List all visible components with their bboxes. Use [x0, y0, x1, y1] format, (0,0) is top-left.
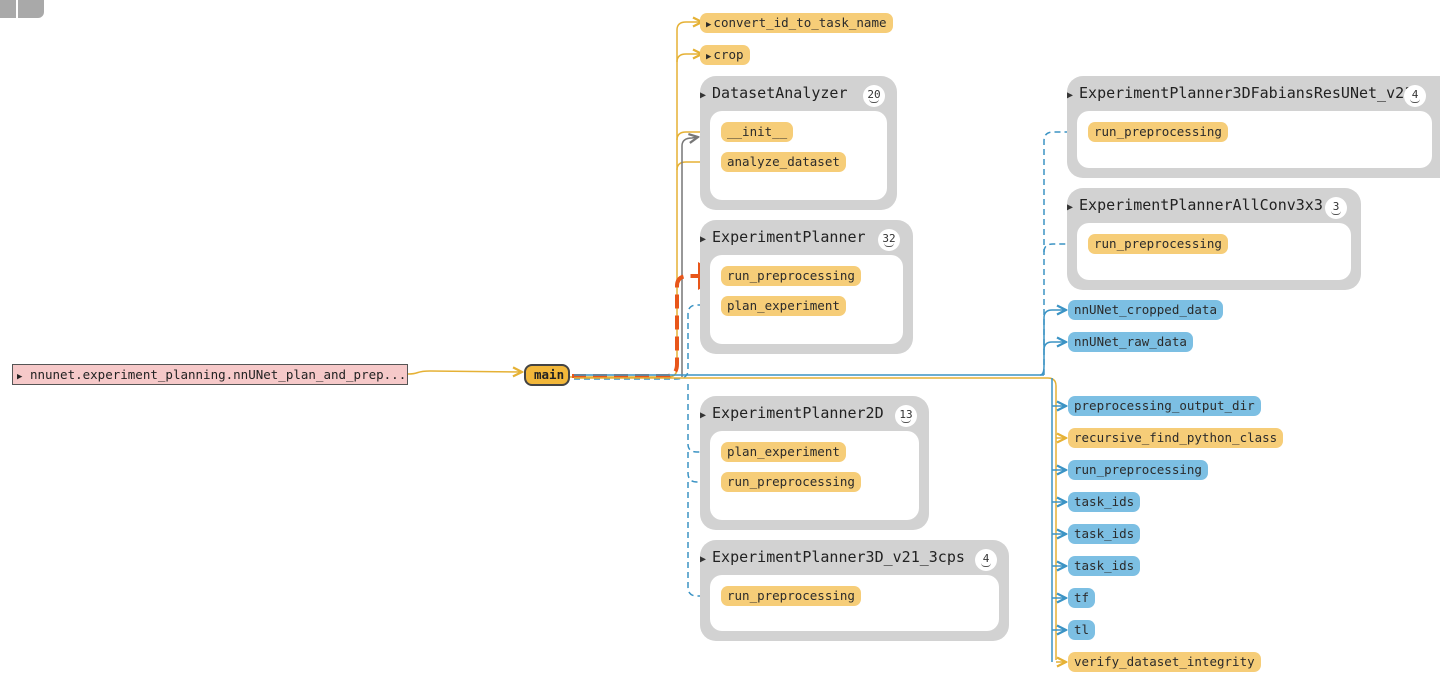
cluster-dataset-analyzer[interactable]: ▶ DatasetAnalyzer 20	[700, 76, 897, 210]
var-run-preprocessing[interactable]: run_preprocessing	[1068, 460, 1208, 480]
cluster-title-text: ExperimentPlanner	[712, 228, 866, 246]
var-task-ids[interactable]: task_ids	[1068, 524, 1141, 544]
method-plan-experiment[interactable]: plan_experiment	[721, 296, 846, 316]
expand-triangle-icon: ▶	[1067, 202, 1074, 213]
expand-triangle-icon: ▶	[700, 410, 707, 421]
cluster-title: ▶ ExperimentPlanner3DFabiansResUNet_v21	[1067, 84, 1413, 102]
node-label: verify_dataset_integrity	[1074, 654, 1255, 669]
cluster-experiment-planner-2d[interactable]: ▶ ExperimentPlanner2D 13	[700, 396, 929, 530]
var-task-ids[interactable]: task_ids	[1068, 492, 1141, 512]
cluster-title: ▶ ExperimentPlannerAllConv3x3	[1067, 196, 1323, 214]
cluster-title: ▶ DatasetAnalyzer	[700, 84, 848, 102]
func-crop[interactable]: ▶ crop	[700, 45, 750, 65]
cluster-title-text: ExperimentPlanner3DFabiansResUNet_v21	[1079, 84, 1414, 102]
method-init[interactable]: __init__	[721, 122, 794, 142]
var-preprocessing-output-dir[interactable]: preprocessing_output_dir	[1068, 396, 1261, 416]
method-label: plan_experiment	[727, 444, 840, 459]
method-label: analyze_dataset	[727, 154, 840, 169]
node-label: run_preprocessing	[1074, 462, 1202, 477]
var-task-ids[interactable]: task_ids	[1068, 556, 1141, 576]
cluster-title-text: DatasetAnalyzer	[712, 84, 848, 102]
func-verify-dataset-integrity[interactable]: verify_dataset_integrity	[1068, 652, 1261, 672]
method-label: run_preprocessing	[1094, 236, 1222, 251]
method-label: run_preprocessing	[727, 588, 855, 603]
var-tl[interactable]: tl	[1068, 620, 1096, 640]
cluster-title-text: ExperimentPlanner3D_v21_3cps	[712, 548, 965, 566]
expand-triangle-icon: ▶	[700, 554, 707, 565]
main-label: main	[534, 367, 565, 382]
node-label: task_ids	[1074, 526, 1135, 541]
method-label: run_preprocessing	[1094, 124, 1222, 139]
count-badge: 32	[878, 229, 900, 251]
expand-triangle-icon: ▶	[1067, 90, 1074, 101]
cluster-title: ▶ ExperimentPlanner3D_v21_3cps	[700, 548, 965, 566]
method-label: run_preprocessing	[727, 474, 855, 489]
method-run-preprocessing[interactable]: run_preprocessing	[721, 586, 861, 606]
method-run-preprocessing[interactable]: run_preprocessing	[721, 472, 861, 492]
method-run-preprocessing[interactable]: run_preprocessing	[1088, 234, 1228, 254]
method-label: run_preprocessing	[727, 268, 855, 283]
method-run-preprocessing[interactable]: run_preprocessing	[1088, 122, 1228, 142]
node-label: task_ids	[1074, 558, 1135, 573]
root-module-label: nnunet.experiment_planning.nnUNet_plan_a…	[29, 367, 407, 382]
var-nnunet-cropped-data[interactable]: nnUNet_cropped_data	[1068, 300, 1223, 320]
node-label: nnUNet_raw_data	[1074, 334, 1187, 349]
count-badge: 20	[863, 85, 885, 107]
var-nnunet-raw-data[interactable]: nnUNet_raw_data	[1068, 332, 1193, 352]
var-tf[interactable]: tf	[1068, 588, 1096, 608]
method-analyze-dataset[interactable]: analyze_dataset	[721, 152, 846, 172]
method-label: plan_experiment	[727, 298, 840, 313]
node-label: task_ids	[1074, 494, 1135, 509]
cluster-title: ▶ ExperimentPlanner	[700, 228, 866, 246]
node-label: recursive_find_python_class	[1074, 430, 1278, 445]
method-run-preprocessing[interactable]: run_preprocessing	[721, 266, 861, 286]
cluster-experiment-planner[interactable]: ▶ ExperimentPlanner 32	[700, 220, 913, 354]
method-label: __init__	[727, 124, 788, 139]
func-label: crop	[713, 47, 744, 62]
main-function-node[interactable]: main	[524, 364, 570, 386]
count-badge: 3	[1325, 197, 1347, 219]
cluster-title-text: ExperimentPlannerAllConv3x3	[1079, 196, 1323, 214]
count-badge: 4	[1404, 85, 1426, 107]
func-label: convert_id_to_task_name	[713, 15, 887, 30]
expand-triangle-icon: ▶	[700, 234, 707, 245]
root-module-node[interactable]: ▶ nnunet.experiment_planning.nnUNet_plan…	[12, 364, 408, 385]
func-recursive-find-python-class[interactable]: recursive_find_python_class	[1068, 428, 1284, 448]
node-label: tf	[1074, 590, 1090, 605]
method-plan-experiment[interactable]: plan_experiment	[721, 442, 846, 462]
cluster-title-text: ExperimentPlanner2D	[712, 404, 884, 422]
count-badge: 13	[895, 405, 917, 427]
node-label: nnUNet_cropped_data	[1074, 302, 1217, 317]
expand-triangle-icon: ▶	[700, 90, 707, 101]
node-label: preprocessing_output_dir	[1074, 398, 1255, 413]
func-convert-id-to-task-name[interactable]: ▶ convert_id_to_task_name	[700, 13, 893, 33]
count-badge: 4	[975, 549, 997, 571]
cluster-title: ▶ ExperimentPlanner2D	[700, 404, 884, 422]
node-label: tl	[1074, 622, 1090, 637]
